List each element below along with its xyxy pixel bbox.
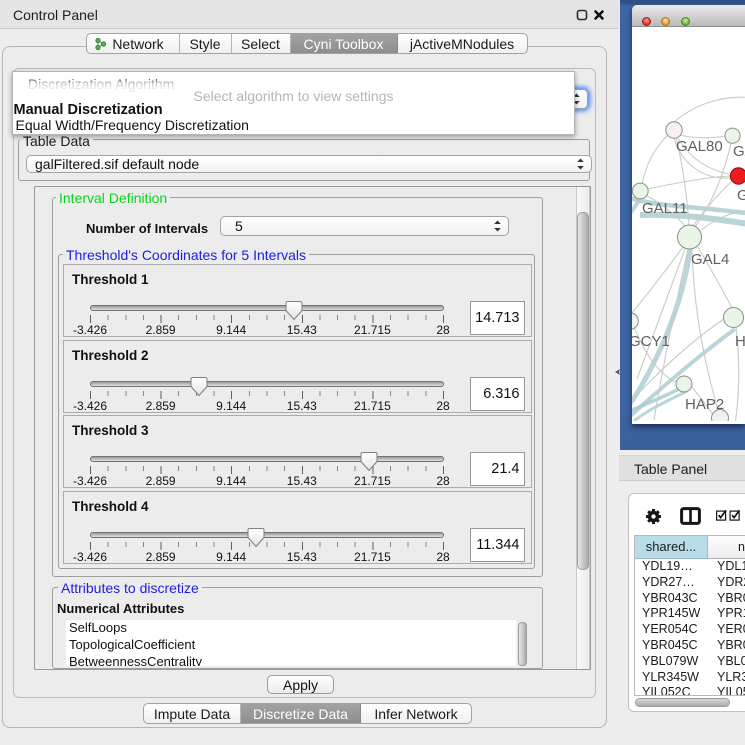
svg-text:GA: GA	[733, 143, 745, 160]
svg-text:G: G	[737, 187, 745, 204]
svg-text:GAL80: GAL80	[676, 138, 723, 155]
svg-text:HAP2: HAP2	[685, 396, 724, 413]
svg-text:GCY1: GCY1	[632, 333, 670, 350]
svg-text:GAL11: GAL11	[642, 200, 688, 217]
svg-text:GAL4: GAL4	[691, 251, 729, 268]
svg-text:H: H	[735, 333, 745, 350]
